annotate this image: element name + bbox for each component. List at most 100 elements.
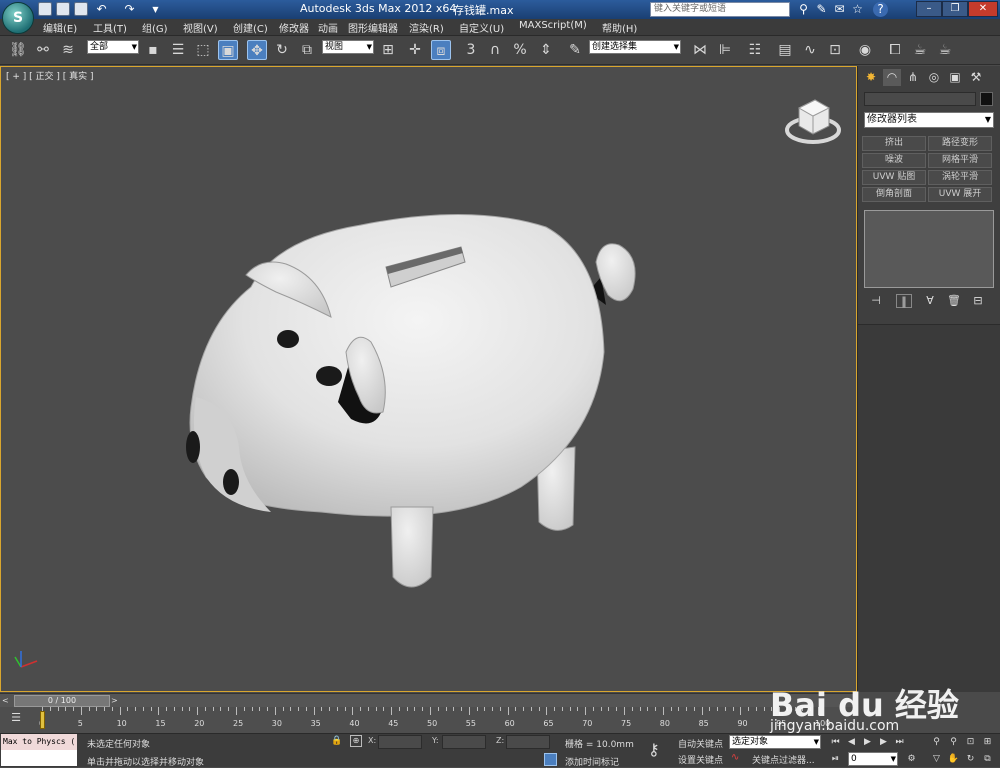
unlink-icon[interactable]: ⚯ [33,40,53,60]
orbit-icon[interactable]: ↻ [964,752,977,766]
select-by-name-icon[interactable]: ☰ [168,40,188,60]
modifier-unwrap-uvw-button[interactable]: UVW 展开 [928,187,992,202]
snaps-toggle-icon[interactable]: 3 [461,40,481,60]
modifier-list-dropdown[interactable]: 修改器列表 [864,112,994,128]
menu-edit[interactable]: 编辑(E) [43,20,77,35]
named-selection-sets-dropdown[interactable]: 创建选择集 [589,40,681,54]
slider-next-icon[interactable]: > [111,695,121,707]
select-and-rotate-icon[interactable]: ↻ [272,40,292,60]
select-and-move-icon[interactable]: ✥ [247,40,267,60]
zoom-extents-icon[interactable]: ⊡ [964,735,977,749]
minimize-button[interactable]: – [916,1,942,17]
selection-filter-dropdown[interactable]: 全部 [87,40,139,54]
key-filters-button[interactable]: 关键点过滤器... [752,753,815,766]
field-of-view-icon[interactable]: ▽ [930,752,943,766]
maximize-viewport-icon[interactable]: ⧉ [981,752,994,766]
time-slider[interactable]: < 0 / 100 > [0,693,857,707]
select-and-manipulate-icon[interactable]: ✛ [405,40,425,60]
menu-group[interactable]: 组(G) [142,20,168,35]
time-tag-icon[interactable] [544,753,557,766]
material-editor-icon[interactable]: ◉ [855,40,875,60]
pin-stack-icon[interactable]: ⊣ [868,294,884,308]
percent-snap-icon[interactable]: % [510,40,530,60]
menu-create[interactable]: 创建(C) [233,20,268,35]
subscription-icon[interactable]: ✎ [814,2,829,17]
search-input[interactable]: 键入关键字或短语 [650,2,790,17]
set-key-icon[interactable]: ⚷ [648,740,660,759]
maxscript-listener[interactable]: Max to Physcs ( [1,734,77,750]
communication-icon[interactable]: ✉ [832,2,847,17]
redo-icon[interactable]: ↷ [122,2,137,17]
key-filters-icon[interactable]: ∿ [731,752,739,763]
create-tab-icon[interactable]: ✸ [862,69,880,86]
layer-manager-icon[interactable]: ☷ [745,40,765,60]
configure-modifier-sets-icon[interactable]: ⊟ [970,294,986,308]
reference-coordinate-dropdown[interactable]: 视图 [322,40,374,54]
binoculars-icon[interactable]: ⚲ [796,2,811,17]
time-slider-thumb[interactable]: 0 / 100 [14,695,110,707]
current-frame-field[interactable]: 0 [848,752,898,766]
modifier-extrude-button[interactable]: 挤出 [862,136,926,151]
menu-help[interactable]: 帮助(H) [602,20,637,35]
z-coordinate-field[interactable] [506,735,550,749]
close-button[interactable]: ✕ [968,1,998,17]
keyboard-shortcut-override-icon[interactable]: ⧈ [431,40,451,60]
undo-icon[interactable]: ↶ [94,2,109,17]
new-file-icon[interactable] [38,2,52,16]
remove-modifier-icon[interactable]: 🗑 [946,294,962,308]
modifier-path-deform-button[interactable]: 路径变形 [928,136,992,151]
modifier-meshsmooth-button[interactable]: 网格平滑 [928,153,992,168]
time-configuration-icon[interactable]: ⚙ [905,752,918,766]
window-crossing-icon[interactable]: ▣ [218,40,238,60]
auto-key-button[interactable]: 自动关键点 [678,737,723,750]
zoom-icon[interactable]: ⚲ [930,735,943,749]
mini-curve-editor-icon[interactable]: ☰ [6,711,26,727]
lock-selection-icon[interactable]: 🔒 [331,736,342,746]
pivot-center-icon[interactable]: ⊞ [378,40,398,60]
piggy-bank-model[interactable] [1,67,856,691]
y-coordinate-field[interactable] [442,735,486,749]
hierarchy-tab-icon[interactable]: ⋔ [904,69,922,86]
play-icon[interactable]: ▶ [861,735,874,749]
render-setup-icon[interactable]: ⧠ [885,40,905,60]
object-name-field[interactable] [864,92,976,106]
pan-view-icon[interactable]: ✋ [947,752,960,766]
slider-prev-icon[interactable]: < [2,695,12,707]
select-object-icon[interactable]: ▪ [143,40,163,60]
show-end-result-icon[interactable]: ∥ [896,294,912,308]
motion-tab-icon[interactable]: ◎ [925,69,943,86]
help-icon[interactable]: ? [873,2,888,17]
add-time-tag[interactable]: 添加时间标记 [565,755,619,768]
application-button[interactable]: S [2,2,34,34]
zoom-extents-all-icon[interactable]: ⊞ [981,735,994,749]
save-file-icon[interactable] [74,2,88,16]
key-mode-toggle-icon[interactable]: ⏯ [829,752,842,766]
render-production-icon[interactable]: ☕ [935,40,955,60]
rectangular-selection-icon[interactable]: ⬚ [193,40,213,60]
menu-graph-editors[interactable]: 图形编辑器 [348,20,398,35]
perspective-viewport[interactable]: [ + ] [ 正交 ] [ 真实 ] [0,66,857,692]
mirror-icon[interactable]: ⋈ [690,40,710,60]
spinner-snap-icon[interactable]: ⇕ [536,40,556,60]
curve-editor-icon[interactable]: ∿ [800,40,820,60]
next-frame-icon[interactable]: ▶ [877,735,890,749]
edit-named-selection-icon[interactable]: ✎ [565,40,585,60]
zoom-all-icon[interactable]: ⚲ [947,735,960,749]
menu-modifiers[interactable]: 修改器 [279,20,309,35]
go-to-start-icon[interactable]: ⏮ [829,735,842,749]
open-file-icon[interactable] [56,2,70,16]
favorites-icon[interactable]: ☆ [850,2,865,17]
schematic-view-icon[interactable]: ⊡ [825,40,845,60]
x-coordinate-field[interactable] [378,735,422,749]
modifier-uvw-map-button[interactable]: UVW 贴图 [862,170,926,185]
viewcube[interactable] [785,90,845,145]
set-key-button[interactable]: 设置关键点 [678,753,723,766]
display-tab-icon[interactable]: ▣ [946,69,964,86]
menu-rendering[interactable]: 渲染(R) [409,20,444,35]
rendered-frame-window-icon[interactable]: ☕ [910,40,930,60]
bind-space-warp-icon[interactable]: ≋ [58,40,78,60]
select-and-link-icon[interactable]: ⛓ [8,40,28,60]
menu-views[interactable]: 视图(V) [183,20,218,35]
modifier-noise-button[interactable]: 噪波 [862,153,926,168]
previous-frame-icon[interactable]: ◀ [845,735,858,749]
